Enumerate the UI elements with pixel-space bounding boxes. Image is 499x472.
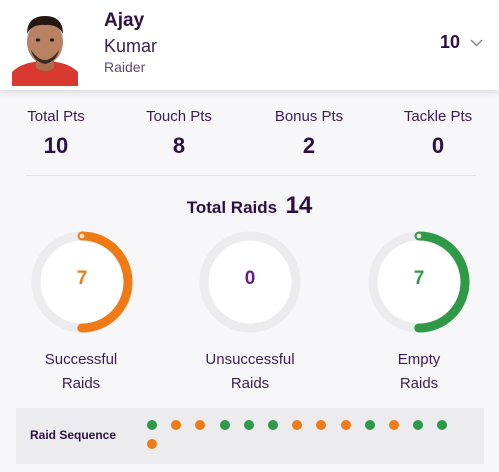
raid-dot-successful: [316, 420, 327, 430]
stat-label: Touch Pts: [146, 108, 212, 125]
total-raids: Total Raids 14: [0, 192, 499, 220]
player-header: Ajay Kumar Raider 10: [0, 0, 499, 90]
label-line: Successful: [44, 351, 118, 368]
label-line: Unsuccessful: [205, 351, 295, 368]
raid-dot-empty: [437, 420, 448, 430]
stat-tackle-pts: Tackle Pts 0: [378, 108, 498, 159]
raid-dot-successful: [389, 420, 399, 430]
raid-dot-successful: [340, 420, 351, 430]
ring-start-dot: [79, 233, 85, 239]
stat-touch-pts: Touch Pts 8: [119, 108, 239, 159]
gauge-label-unsuccessful: Unsuccessful Raids: [180, 348, 320, 396]
player-last-name: Kumar: [104, 36, 158, 56]
gauge-label-empty: Empty Raids: [349, 348, 489, 396]
player-avatar: [8, 8, 82, 86]
gauge-unsuccessful: 0: [198, 230, 302, 334]
stat-label: Tackle Pts: [403, 108, 473, 125]
gauge-value: 0: [244, 268, 256, 289]
ring-start-dot: [416, 233, 422, 239]
stat-total-pts: Total Pts 10: [0, 108, 116, 159]
raid-dot-empty: [243, 420, 254, 430]
raid-sequence: Raid Sequence: [16, 408, 484, 464]
raid-dot-empty: [268, 420, 278, 430]
label-line: Empty: [397, 351, 441, 368]
raid-dot-empty: [413, 420, 424, 430]
player-role: Raider: [104, 59, 146, 75]
label-line: Raids: [61, 375, 101, 392]
gauge-successful: 7: [30, 230, 134, 334]
stats-divider: [26, 175, 476, 176]
stat-label: Total Pts: [27, 108, 85, 125]
stat-value: 8: [172, 133, 186, 158]
raid-dot-successful: [147, 439, 157, 449]
chevron-down-icon: [470, 39, 483, 46]
raid-dot-successful: [292, 420, 303, 430]
raid-dot-empty: [147, 420, 157, 430]
raid-dot-empty: [219, 420, 230, 430]
points-stats: Total Pts 10 Touch Pts 8 Bonus Pts 2 Tac…: [0, 108, 499, 170]
stat-value: 2: [302, 133, 316, 158]
jersey-dropdown[interactable]: 10: [440, 32, 483, 53]
jersey-number: 10: [440, 32, 461, 52]
raid-dot-successful: [171, 420, 182, 430]
gauge-empty: 7: [367, 230, 471, 334]
gauge-value: 7: [76, 268, 88, 289]
gauge-label-successful: Successful Raids: [11, 348, 151, 396]
raid-dot-successful: [195, 420, 206, 430]
player-first-name: Ajay: [104, 10, 145, 31]
stat-bonus-pts: Bonus Pts 2: [249, 108, 369, 159]
gauge-value: 7: [413, 268, 425, 289]
stat-label: Bonus Pts: [274, 108, 344, 125]
raid-sequence-label: Raid Sequence: [30, 428, 117, 442]
label-line: Raids: [399, 375, 439, 392]
label-line: Raids: [230, 375, 270, 392]
total-raids-label: Total Raids: [186, 198, 278, 217]
raid-dot-empty: [364, 420, 375, 430]
stat-value: 0: [431, 133, 445, 158]
total-raids-value: 14: [285, 192, 313, 219]
stat-value: 10: [43, 133, 69, 158]
